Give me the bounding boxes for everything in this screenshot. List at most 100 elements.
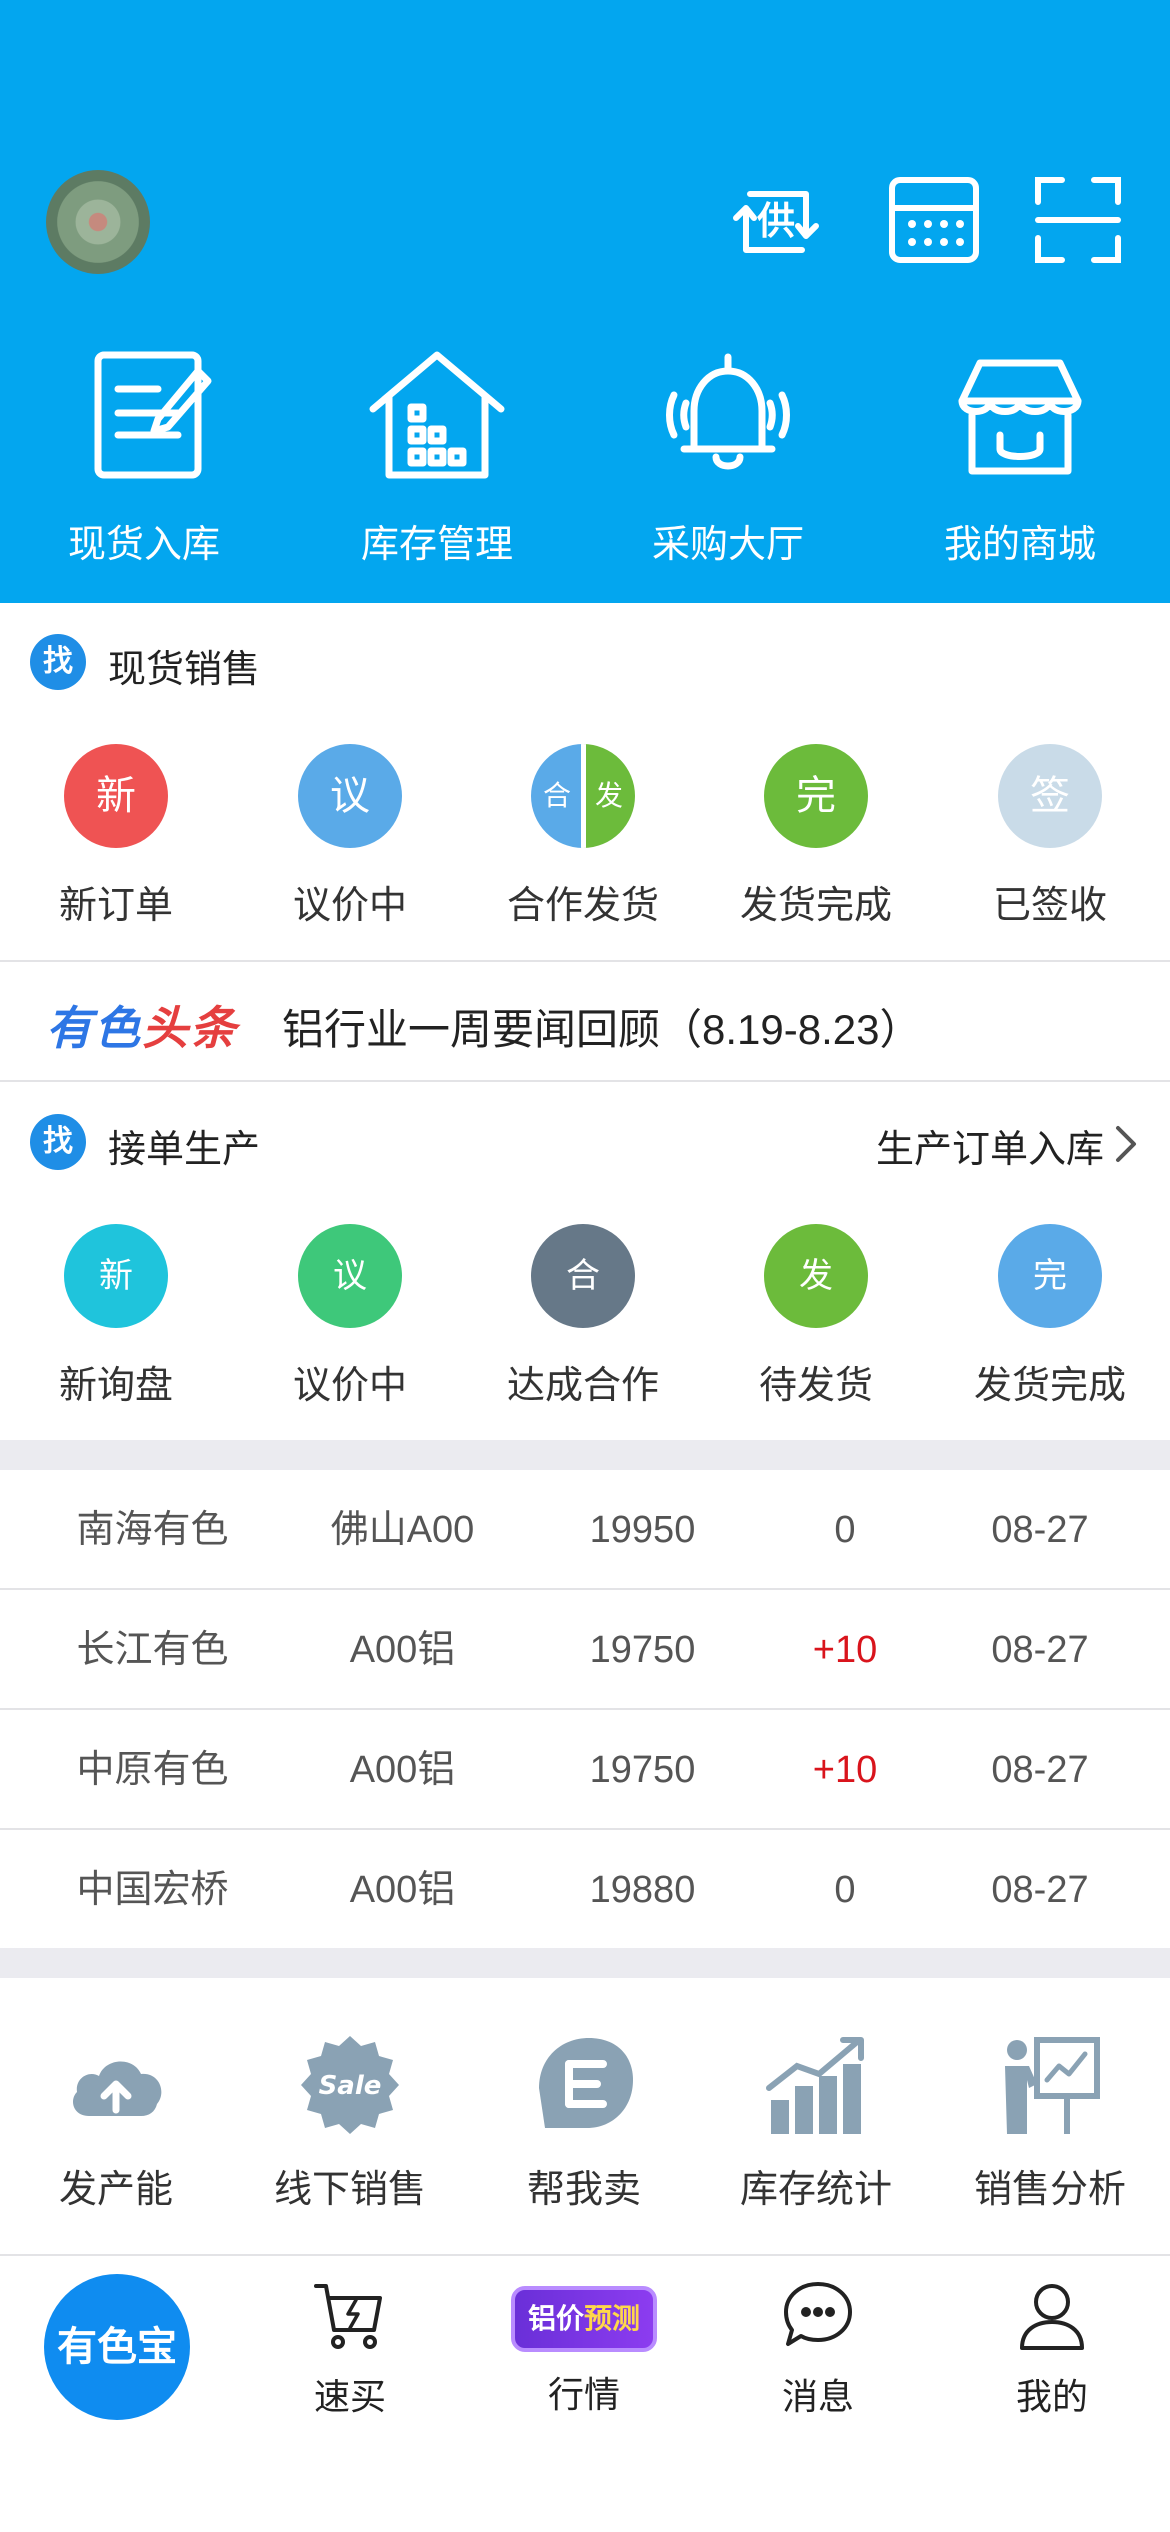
header: 供 现货入库 库存管理 采购大厅 我的商城 bbox=[0, 0, 1170, 603]
cart-icon bbox=[314, 2284, 382, 2349]
status-circle-right: 发 bbox=[583, 744, 635, 848]
change-cell: +10 bbox=[812, 1749, 878, 1791]
news-title: 铝行业一周要闻回顾（8.19-8.23） bbox=[282, 1006, 922, 1053]
production-header: 找 接单生产 生产订单入库 bbox=[0, 1092, 1170, 1192]
status-label: 待发货 bbox=[758, 1365, 873, 1407]
avatar[interactable] bbox=[46, 170, 150, 274]
tool-inventory-stats[interactable]: 库存统计 bbox=[706, 2030, 926, 2230]
nav-label: 采购大厅 bbox=[651, 524, 804, 566]
production-order-inbound-link[interactable]: 生产订单入库 bbox=[876, 1118, 1104, 1173]
date-cell: 08-27 bbox=[991, 1629, 1089, 1671]
tab-quick-buy[interactable]: 速买 bbox=[250, 2278, 450, 2438]
tool-label: 线下销售 bbox=[273, 2169, 426, 2211]
status-label: 发货完成 bbox=[973, 1365, 1126, 1407]
status-circle: 合 bbox=[531, 1224, 635, 1328]
tab-label: 速买 bbox=[313, 2376, 386, 2417]
svg-text:供: 供 bbox=[757, 199, 795, 243]
cloud-upload-icon bbox=[73, 2061, 162, 2116]
tool-label: 发产能 bbox=[58, 2169, 173, 2211]
status-circle-split: 合 发 bbox=[531, 744, 635, 848]
status-circle: 完 bbox=[998, 1224, 1102, 1328]
table-row[interactable]: 长江有色 A00铝 19750 +10 08-27 bbox=[0, 1590, 1170, 1710]
status-circle-left: 合 bbox=[531, 744, 583, 848]
section-title: 现货销售 bbox=[108, 649, 261, 691]
bar-chart-icon bbox=[766, 2037, 864, 2134]
change-cell: 0 bbox=[834, 1869, 856, 1911]
status-label: 合作发货 bbox=[506, 885, 659, 927]
status-circle: 发 bbox=[764, 1224, 868, 1328]
status-circle: 议 bbox=[298, 744, 402, 848]
table-row[interactable]: 南海有色 佛山A00 19950 0 08-27 bbox=[0, 1470, 1170, 1590]
status-shipped[interactable]: 完 发货完成 bbox=[950, 1224, 1150, 1454]
status-deal-reached[interactable]: 合 达成合作 bbox=[483, 1224, 683, 1454]
tool-label: 库存统计 bbox=[739, 2169, 892, 2211]
user-icon bbox=[1020, 2284, 1084, 2350]
status-label: 达成合作 bbox=[506, 1365, 659, 1407]
status-circle: 议 bbox=[298, 1224, 402, 1328]
status-new-order[interactable]: 新 新订单 bbox=[16, 744, 216, 974]
chevron-right-icon[interactable] bbox=[1112, 1124, 1140, 1164]
section-title: 接单生产 bbox=[108, 1129, 261, 1171]
status-cooperative-shipping[interactable]: 合 发 合作发货 bbox=[483, 744, 683, 974]
scan-icon[interactable] bbox=[1030, 172, 1126, 268]
aluminum-price-forecast-badge: 铝价预测 bbox=[511, 2286, 657, 2352]
tab-bar: 有色宝 速买 铝价预测 行情 消息 我的 bbox=[0, 2254, 1170, 2532]
tab-label: 行情 bbox=[547, 2374, 620, 2415]
supply-icon[interactable]: 供 bbox=[728, 172, 824, 268]
document-edit-icon bbox=[94, 351, 212, 479]
status-negotiating[interactable]: 议 议价中 bbox=[250, 1224, 450, 1454]
tab-label: 消息 bbox=[781, 2376, 854, 2417]
tools-grid: 发产能 Sale 线下销售 帮我卖 库存统计 销售分析 bbox=[0, 2000, 1170, 2250]
tab-home-logo[interactable]: 有色宝 bbox=[44, 2274, 190, 2420]
svg-text:Sale: Sale bbox=[319, 2071, 382, 2101]
tab-mine[interactable]: 我的 bbox=[952, 2278, 1152, 2438]
change-cell: +10 bbox=[812, 1629, 878, 1671]
status-circle: 签 bbox=[998, 744, 1102, 848]
nav-inventory[interactable]: 库存管理 bbox=[337, 345, 537, 566]
find-badge: 找 bbox=[30, 1114, 86, 1170]
nav-purchase-hall[interactable]: 采购大厅 bbox=[628, 345, 828, 566]
warehouse-icon bbox=[369, 351, 505, 479]
table-row[interactable]: 中国宏桥 A00铝 19880 0 08-27 bbox=[0, 1830, 1170, 1950]
nav-my-store[interactable]: 我的商城 bbox=[920, 345, 1120, 566]
chat-icon bbox=[784, 2282, 852, 2346]
tool-help-sell[interactable]: 帮我卖 bbox=[474, 2030, 694, 2230]
tab-messages[interactable]: 消息 bbox=[718, 2278, 918, 2438]
status-label: 新询盘 bbox=[58, 1365, 173, 1407]
status-label: 议价中 bbox=[292, 885, 407, 927]
status-circle: 完 bbox=[764, 744, 868, 848]
tab-label: 我的 bbox=[1015, 2376, 1088, 2417]
status-label: 发货完成 bbox=[739, 885, 892, 927]
tab-market[interactable]: 铝价预测 行情 bbox=[484, 2278, 684, 2438]
nav-label: 我的商城 bbox=[943, 524, 1096, 566]
status-to-ship[interactable]: 发 待发货 bbox=[716, 1224, 916, 1454]
tool-sales-analysis[interactable]: 销售分析 bbox=[940, 2030, 1160, 2230]
section-separator bbox=[0, 1440, 1170, 1470]
tool-label: 销售分析 bbox=[973, 2169, 1126, 2211]
date-cell: 08-27 bbox=[991, 1869, 1089, 1911]
status-negotiating[interactable]: 议 议价中 bbox=[250, 744, 450, 974]
status-signed[interactable]: 签 已签收 bbox=[950, 744, 1150, 974]
nav-spot-inbound[interactable]: 现货入库 bbox=[44, 345, 244, 566]
date-cell: 08-27 bbox=[991, 1749, 1089, 1791]
calculator-icon[interactable] bbox=[886, 172, 982, 268]
nav-label: 库存管理 bbox=[360, 524, 513, 566]
status-label: 新订单 bbox=[58, 885, 173, 927]
news-headline[interactable]: 有色头条 铝行业一周要闻回顾（8.19-8.23） bbox=[0, 962, 1170, 1080]
table-row[interactable]: 中原有色 A00铝 19750 +10 08-27 bbox=[0, 1710, 1170, 1830]
status-new-inquiry[interactable]: 新 新询盘 bbox=[16, 1224, 216, 1454]
find-badge: 找 bbox=[30, 634, 86, 690]
help-sell-icon bbox=[539, 2038, 633, 2128]
spot-sales-status-row: 新 新订单 议 议价中 合 发 合作发货 完 发货完成 签 已签收 bbox=[0, 744, 1170, 974]
production-status-row: 新 新询盘 议 议价中 合 达成合作 发 待发货 完 发货完成 bbox=[0, 1224, 1170, 1454]
tool-offline-sales[interactable]: Sale 线下销售 bbox=[240, 2030, 460, 2230]
status-circle: 新 bbox=[64, 1224, 168, 1328]
price-table: 南海有色 佛山A00 19950 0 08-27 长江有色 A00铝 19750… bbox=[0, 1470, 1170, 1950]
store-icon bbox=[958, 359, 1082, 475]
presentation-icon bbox=[1005, 2037, 1100, 2134]
tool-publish-capacity[interactable]: 发产能 bbox=[6, 2030, 226, 2230]
status-shipped[interactable]: 完 发货完成 bbox=[716, 744, 916, 974]
section-separator bbox=[0, 1948, 1170, 1978]
tool-label: 帮我卖 bbox=[526, 2169, 641, 2211]
status-label: 已签收 bbox=[992, 885, 1107, 927]
